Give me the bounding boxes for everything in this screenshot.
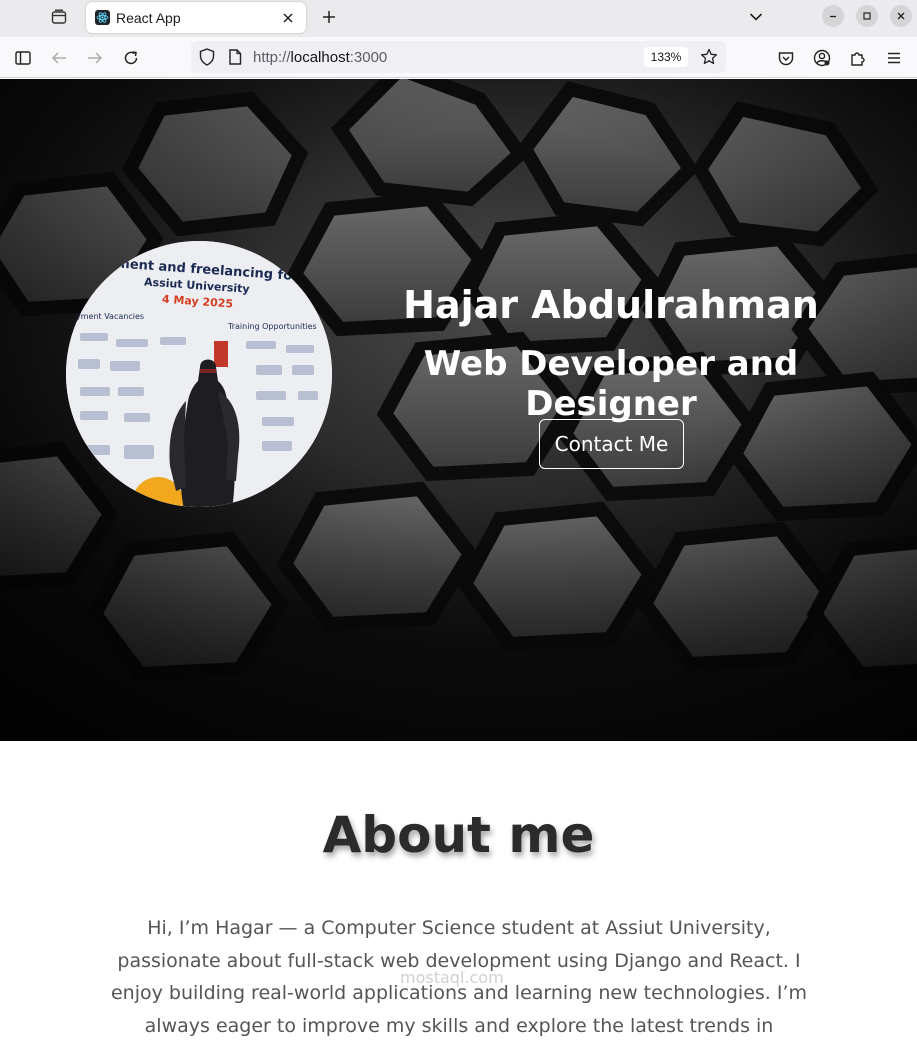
hero-section: ment and freelancing forum Assiut Univer… — [0, 79, 917, 741]
url-host: localhost — [290, 49, 350, 66]
arrow-left-icon — [51, 52, 66, 64]
minimize-icon — [830, 15, 836, 18]
watermark: mostaql.com — [400, 968, 504, 987]
close-icon — [897, 12, 905, 20]
forum-banner-illustration: ment and freelancing forum Assiut Univer… — [66, 241, 332, 507]
puzzle-icon — [851, 51, 865, 66]
sidebar-toggle-button[interactable] — [10, 45, 36, 71]
url-scheme: http:// — [253, 49, 291, 66]
tab-title: React App — [116, 9, 181, 26]
account-button[interactable] — [809, 45, 835, 71]
app-menu-button[interactable] — [881, 45, 907, 71]
pocket-button[interactable] — [773, 45, 799, 71]
react-logo-icon — [95, 10, 110, 25]
url-port: :3000 — [349, 49, 388, 66]
back-button[interactable] — [46, 45, 72, 71]
tab-close-icon[interactable] — [280, 10, 296, 26]
tab-react-app[interactable]: React App — [86, 2, 306, 33]
address-bar[interactable]: http://localhost:3000 133% — [191, 41, 726, 73]
tab-overview-icon — [51, 9, 67, 24]
maximize-icon — [863, 12, 871, 20]
pocket-icon — [778, 51, 794, 65]
forward-button[interactable] — [82, 45, 108, 71]
tab-overview-button[interactable] — [44, 4, 74, 30]
account-icon — [813, 49, 831, 67]
about-title: About me — [322, 806, 595, 864]
banner-right-label: Training Opportunities — [227, 322, 317, 331]
navigation-toolbar: http://localhost:3000 133% — [0, 37, 917, 78]
arrow-right-icon — [88, 52, 103, 64]
page-icon[interactable] — [228, 49, 242, 69]
plus-icon — [323, 11, 335, 23]
chevron-down-icon — [749, 13, 763, 21]
maximize-button[interactable] — [856, 5, 878, 27]
url-text[interactable]: http://localhost:3000 — [253, 49, 387, 66]
hero-name: Hajar Abdulrahman — [403, 283, 819, 327]
new-tab-button[interactable] — [316, 5, 342, 29]
bookmark-star-icon[interactable] — [700, 48, 718, 70]
close-window-button[interactable] — [890, 5, 912, 27]
reload-button[interactable] — [118, 45, 144, 71]
minimize-button[interactable] — [822, 5, 844, 27]
extensions-button[interactable] — [845, 45, 871, 71]
contact-me-button[interactable]: Contact Me — [539, 419, 684, 469]
profile-photo: ment and freelancing forum Assiut Univer… — [66, 241, 332, 507]
hero-role: Web Developer and Designer — [423, 344, 799, 424]
reload-icon — [124, 51, 138, 65]
tab-bar: React App — [0, 0, 917, 37]
hamburger-menu-icon — [888, 52, 900, 64]
zoom-level-badge[interactable]: 133% — [644, 47, 688, 67]
shield-icon[interactable] — [199, 48, 215, 70]
sidebar-icon — [15, 51, 31, 65]
list-all-tabs-button[interactable] — [744, 5, 768, 29]
banner-left-label: yment Vacancies — [76, 312, 144, 321]
